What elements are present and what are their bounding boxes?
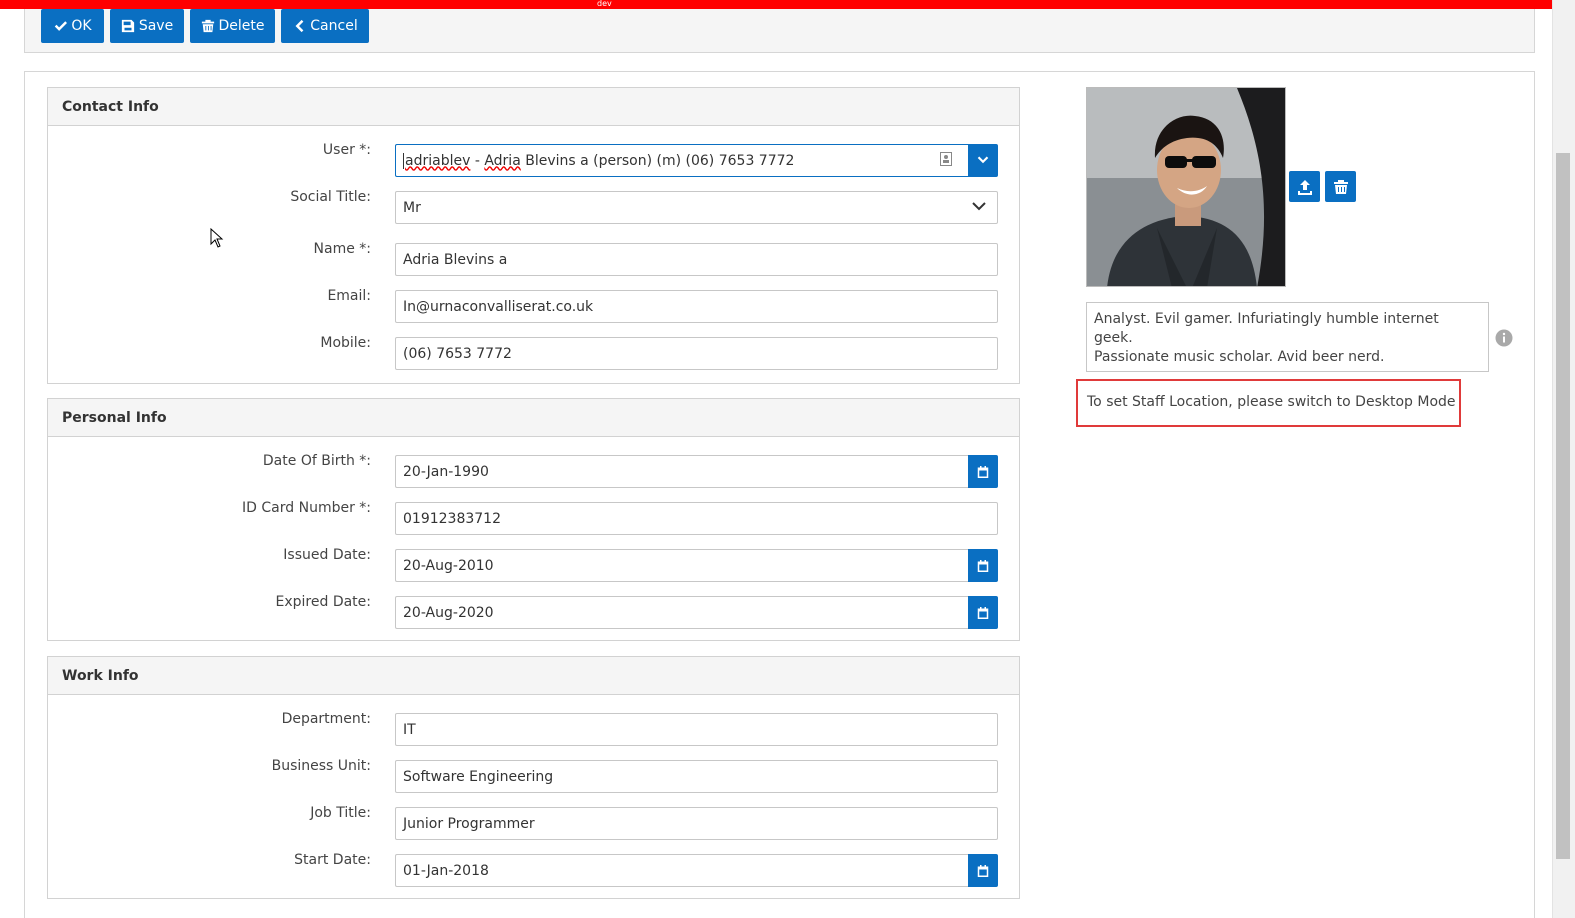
work-info-title: Work Info xyxy=(48,657,1019,695)
start-date-input[interactable]: 01-Jan-2018 xyxy=(395,854,968,887)
cancel-button[interactable]: Cancel xyxy=(281,9,369,43)
ok-button-label: OK xyxy=(71,18,92,34)
name-input[interactable]: Adria Blevins a xyxy=(395,243,998,276)
start-date-calendar-button[interactable] xyxy=(968,854,998,887)
chevron-down-icon xyxy=(972,202,986,211)
dob-input[interactable]: 20-Jan-1990 xyxy=(395,455,968,488)
dob-label: Date Of Birth *: xyxy=(262,453,371,469)
business-unit-label: Business Unit: xyxy=(271,758,371,774)
department-input[interactable]: IT xyxy=(395,713,998,746)
calendar-icon xyxy=(977,559,989,572)
save-button-label: Save xyxy=(138,18,174,34)
issued-date-input[interactable]: 20-Aug-2010 xyxy=(395,549,968,582)
email-row: Email: In@urnaconvalliserat.co.uk xyxy=(48,288,1021,323)
action-toolbar: OK Save Delete Cancel xyxy=(24,9,1535,53)
dob-calendar-button[interactable] xyxy=(968,455,998,488)
calendar-icon xyxy=(977,465,989,478)
user-label: User *: xyxy=(322,142,371,158)
contact-card-icon[interactable] xyxy=(940,152,952,166)
user-login-text: adriablev xyxy=(405,152,471,169)
business-unit-row: Business Unit: Software Engineering xyxy=(48,758,1021,793)
issued-date-calendar-button[interactable] xyxy=(968,549,998,582)
delete-button-label: Delete xyxy=(218,18,265,34)
issued-date-row: Issued Date: 20-Aug-2010 xyxy=(48,547,1021,582)
user-row: User *: adriablev - Adria Blevins a (per… xyxy=(48,142,1021,177)
personal-info-title: Personal Info xyxy=(48,399,1019,437)
user-combobox[interactable]: adriablev - Adria Blevins a (person) (m)… xyxy=(395,144,968,177)
bio-line: Analyst. Evil gamer. Infuriatingly humbl… xyxy=(1094,311,1439,346)
ok-button[interactable]: OK xyxy=(41,9,104,43)
delete-photo-button[interactable] xyxy=(1325,171,1356,202)
upload-photo-button[interactable] xyxy=(1289,171,1320,202)
vertical-scrollbar[interactable] xyxy=(1552,0,1575,918)
department-label: Department: xyxy=(281,711,371,727)
social-title-label: Social Title: xyxy=(290,189,371,205)
job-title-input[interactable]: Junior Programmer xyxy=(395,807,998,840)
social-title-row: Social Title: Mr xyxy=(48,189,1021,224)
work-info-panel: Work Info Department: IT Business Unit: … xyxy=(47,656,1020,899)
department-row: Department: IT xyxy=(48,711,1021,746)
profile-photo-image xyxy=(1087,88,1285,286)
dob-row: Date Of Birth *: 20-Jan-1990 xyxy=(48,453,1021,488)
email-label: Email: xyxy=(327,288,371,304)
expired-date-row: Expired Date: 20-Aug-2020 xyxy=(48,594,1021,629)
profile-photo xyxy=(1086,87,1286,287)
calendar-icon xyxy=(977,606,989,619)
environment-label: dev xyxy=(597,0,612,8)
delete-button[interactable]: Delete xyxy=(190,9,275,43)
start-date-row: Start Date: 01-Jan-2018 xyxy=(48,852,1021,887)
scrollbar-thumb[interactable] xyxy=(1556,153,1570,859)
social-title-select[interactable]: Mr xyxy=(395,191,998,224)
mobile-input[interactable]: (06) 7653 7772 xyxy=(395,337,998,370)
mobile-row: Mobile: (06) 7653 7772 xyxy=(48,335,1021,370)
contact-info-title: Contact Info xyxy=(48,88,1019,126)
user-rest-text: Blevins a (person) (m) (06) 7653 7772 xyxy=(520,152,795,169)
user-separator-text: - xyxy=(470,152,485,169)
start-date-label: Start Date: xyxy=(294,852,371,868)
save-button[interactable]: Save xyxy=(110,9,184,43)
bio-textarea[interactable]: Analyst. Evil gamer. Infuriatingly humbl… xyxy=(1086,302,1489,372)
job-title-row: Job Title: Junior Programmer xyxy=(48,805,1021,840)
expired-date-calendar-button[interactable] xyxy=(968,596,998,629)
issued-date-label: Issued Date: xyxy=(283,547,371,563)
info-icon[interactable] xyxy=(1495,329,1513,347)
upload-icon xyxy=(1297,179,1312,195)
chevron-left-icon xyxy=(295,19,304,33)
name-label: Name *: xyxy=(313,241,371,257)
id-card-row: ID Card Number *: 01912383712 xyxy=(48,500,1021,535)
expired-date-input[interactable]: 20-Aug-2020 xyxy=(395,596,968,629)
environment-bar: dev xyxy=(0,0,1552,9)
chevron-down-icon xyxy=(977,156,989,163)
text-caret xyxy=(403,152,404,169)
mouse-cursor-icon xyxy=(210,228,224,248)
cancel-button-label: Cancel xyxy=(310,18,358,34)
save-icon xyxy=(121,19,134,33)
user-firstname-text: Adria xyxy=(484,152,521,169)
id-card-label: ID Card Number *: xyxy=(242,500,371,516)
personal-info-panel: Personal Info Date Of Birth *: 20-Jan-19… xyxy=(47,398,1020,641)
trash-icon xyxy=(1333,179,1348,194)
mobile-label: Mobile: xyxy=(320,335,371,351)
calendar-icon xyxy=(977,864,989,877)
check-icon xyxy=(55,21,68,31)
job-title-label: Job Title: xyxy=(310,805,371,821)
expired-date-label: Expired Date: xyxy=(275,594,371,610)
bio-line: Passionate music scholar. Avid beer nerd… xyxy=(1094,349,1385,365)
trash-icon xyxy=(201,19,214,33)
user-dropdown-button[interactable] xyxy=(968,144,998,177)
staff-location-notice: To set Staff Location, please switch to … xyxy=(1076,379,1461,427)
business-unit-input[interactable]: Software Engineering xyxy=(395,760,998,793)
id-card-input[interactable]: 01912383712 xyxy=(395,502,998,535)
email-input[interactable]: In@urnaconvalliserat.co.uk xyxy=(395,290,998,323)
name-row: Name *: Adria Blevins a xyxy=(48,241,1021,276)
contact-info-panel: Contact Info User *: adriablev - Adria B… xyxy=(47,87,1020,384)
